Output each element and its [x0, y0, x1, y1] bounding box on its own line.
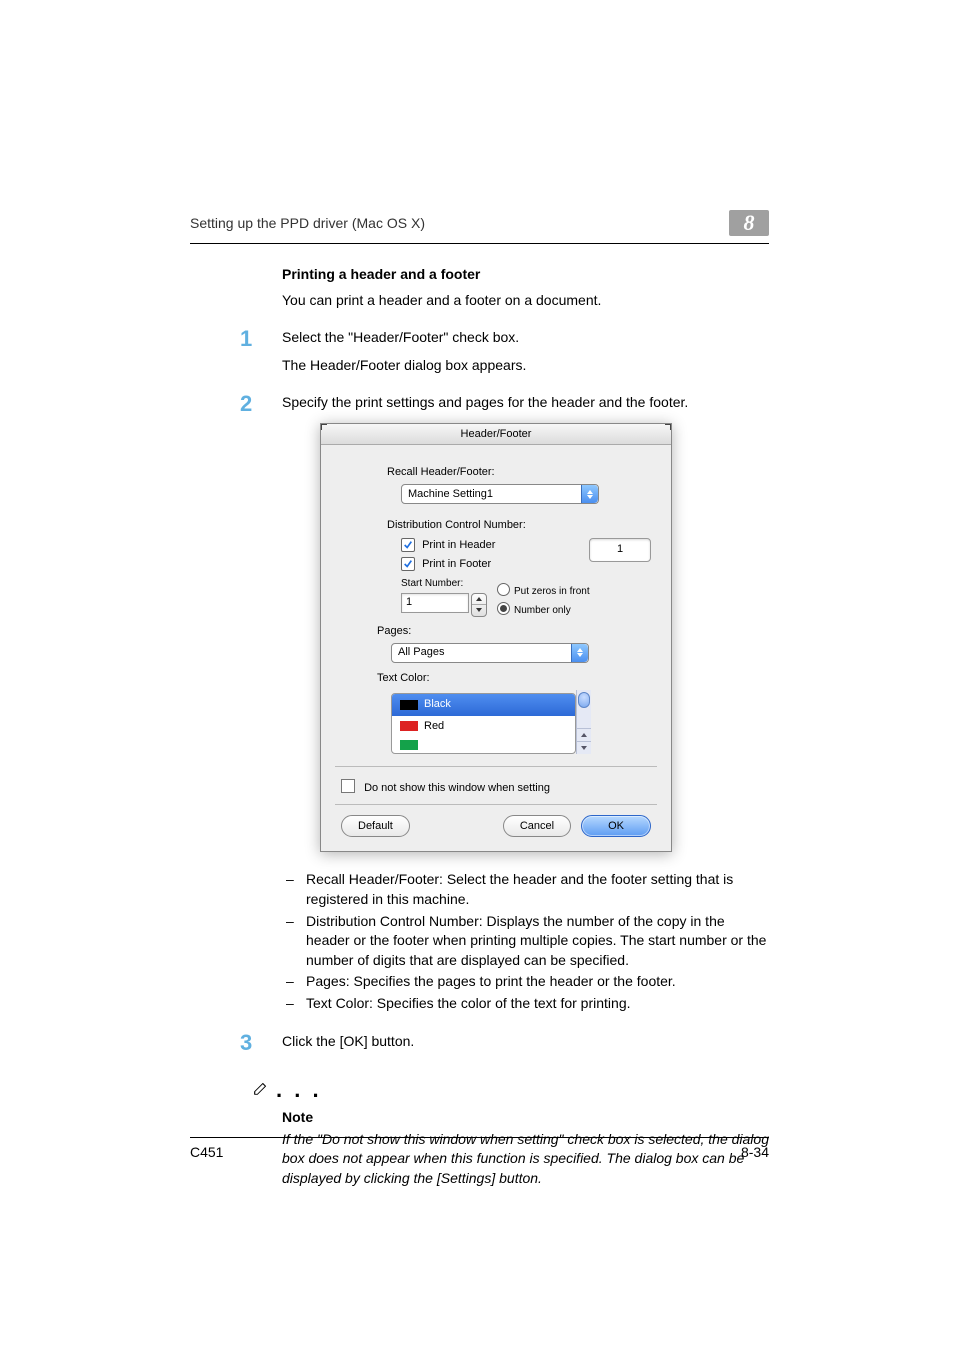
step-1-line2: The Header/Footer dialog box appears.	[282, 356, 769, 376]
text-color-list[interactable]: Black Red	[391, 693, 576, 754]
radio-put-zeros-label: Put zeros in front	[514, 586, 590, 597]
color-list-scrollbar[interactable]	[576, 690, 591, 754]
step-2-number: 2	[240, 389, 252, 420]
start-number-input[interactable]: 1	[401, 593, 469, 613]
dist-label: Distribution Control Number:	[387, 518, 651, 533]
note-dots-icon: . . .	[276, 1075, 322, 1106]
header-rule	[190, 243, 769, 244]
start-number-stepper[interactable]	[471, 593, 487, 617]
cancel-button[interactable]: Cancel	[503, 815, 571, 837]
step-1-line1: Select the "Header/Footer" check box.	[282, 328, 769, 348]
radio-number-only[interactable]	[497, 602, 510, 615]
bullet-dist: Distribution Control Number: Displays th…	[282, 912, 769, 971]
swatch-green	[400, 740, 418, 750]
bullet-recall: Recall Header/Footer: Select the header …	[282, 870, 769, 909]
pages-select[interactable]: All Pages	[391, 643, 589, 663]
color-red-label: Red	[424, 719, 444, 734]
start-number-label: Start Number:	[401, 577, 487, 591]
dialog-titlebar: Header/Footer	[321, 424, 671, 445]
swatch-red	[400, 721, 418, 731]
note-label: Note	[282, 1108, 769, 1128]
select-arrow-icon	[581, 485, 598, 503]
dialog-title: Header/Footer	[461, 428, 532, 440]
bullet-pages: Pages: Specifies the pages to print the …	[282, 972, 769, 992]
step-3-number: 3	[240, 1028, 252, 1059]
footer-model: C451	[190, 1144, 223, 1160]
print-header-checkbox[interactable]	[401, 538, 415, 552]
radio-put-zeros[interactable]	[497, 583, 510, 596]
textcolor-label: Text Color:	[377, 671, 651, 686]
step-2-line1: Specify the print settings and pages for…	[282, 393, 769, 413]
footer-pagenum: 8-34	[741, 1144, 769, 1160]
section-intro: You can print a header and a footer on a…	[282, 291, 769, 311]
ok-button[interactable]: OK	[581, 815, 651, 837]
default-button[interactable]: Default	[341, 815, 410, 837]
radio-number-only-label: Number only	[514, 605, 571, 616]
recall-label: Recall Header/Footer:	[387, 465, 651, 480]
color-black-label: Black	[424, 697, 451, 712]
note-icon	[252, 1079, 270, 1097]
recall-select-value: Machine Setting1	[402, 487, 581, 502]
dont-show-checkbox[interactable]	[341, 779, 355, 793]
print-footer-label: Print in Footer	[422, 558, 491, 570]
color-row-black[interactable]: Black	[392, 694, 575, 715]
pages-select-value: All Pages	[392, 645, 571, 660]
select-arrow-icon	[571, 644, 588, 662]
running-head-text: Setting up the PPD driver (Mac OS X)	[190, 215, 425, 231]
pages-label: Pages:	[377, 624, 651, 639]
section-heading: Printing a header and a footer	[282, 265, 769, 285]
print-header-label: Print in Header	[422, 539, 495, 551]
swatch-black	[400, 700, 418, 710]
step-1-number: 1	[240, 324, 252, 355]
chapter-number-box: 8	[729, 210, 769, 236]
distribution-count-box: 1	[589, 538, 651, 562]
print-footer-checkbox[interactable]	[401, 557, 415, 571]
color-row-extra[interactable]	[392, 737, 575, 753]
dont-show-label: Do not show this window when setting	[364, 782, 550, 794]
step-3-line1: Click the [OK] button.	[282, 1032, 769, 1052]
recall-select[interactable]: Machine Setting1	[401, 484, 599, 504]
header-footer-dialog: Header/Footer Recall Header/Footer: Mach…	[320, 423, 672, 853]
color-row-red[interactable]: Red	[392, 716, 575, 737]
bullet-textcolor: Text Color: Specifies the color of the t…	[282, 994, 769, 1014]
